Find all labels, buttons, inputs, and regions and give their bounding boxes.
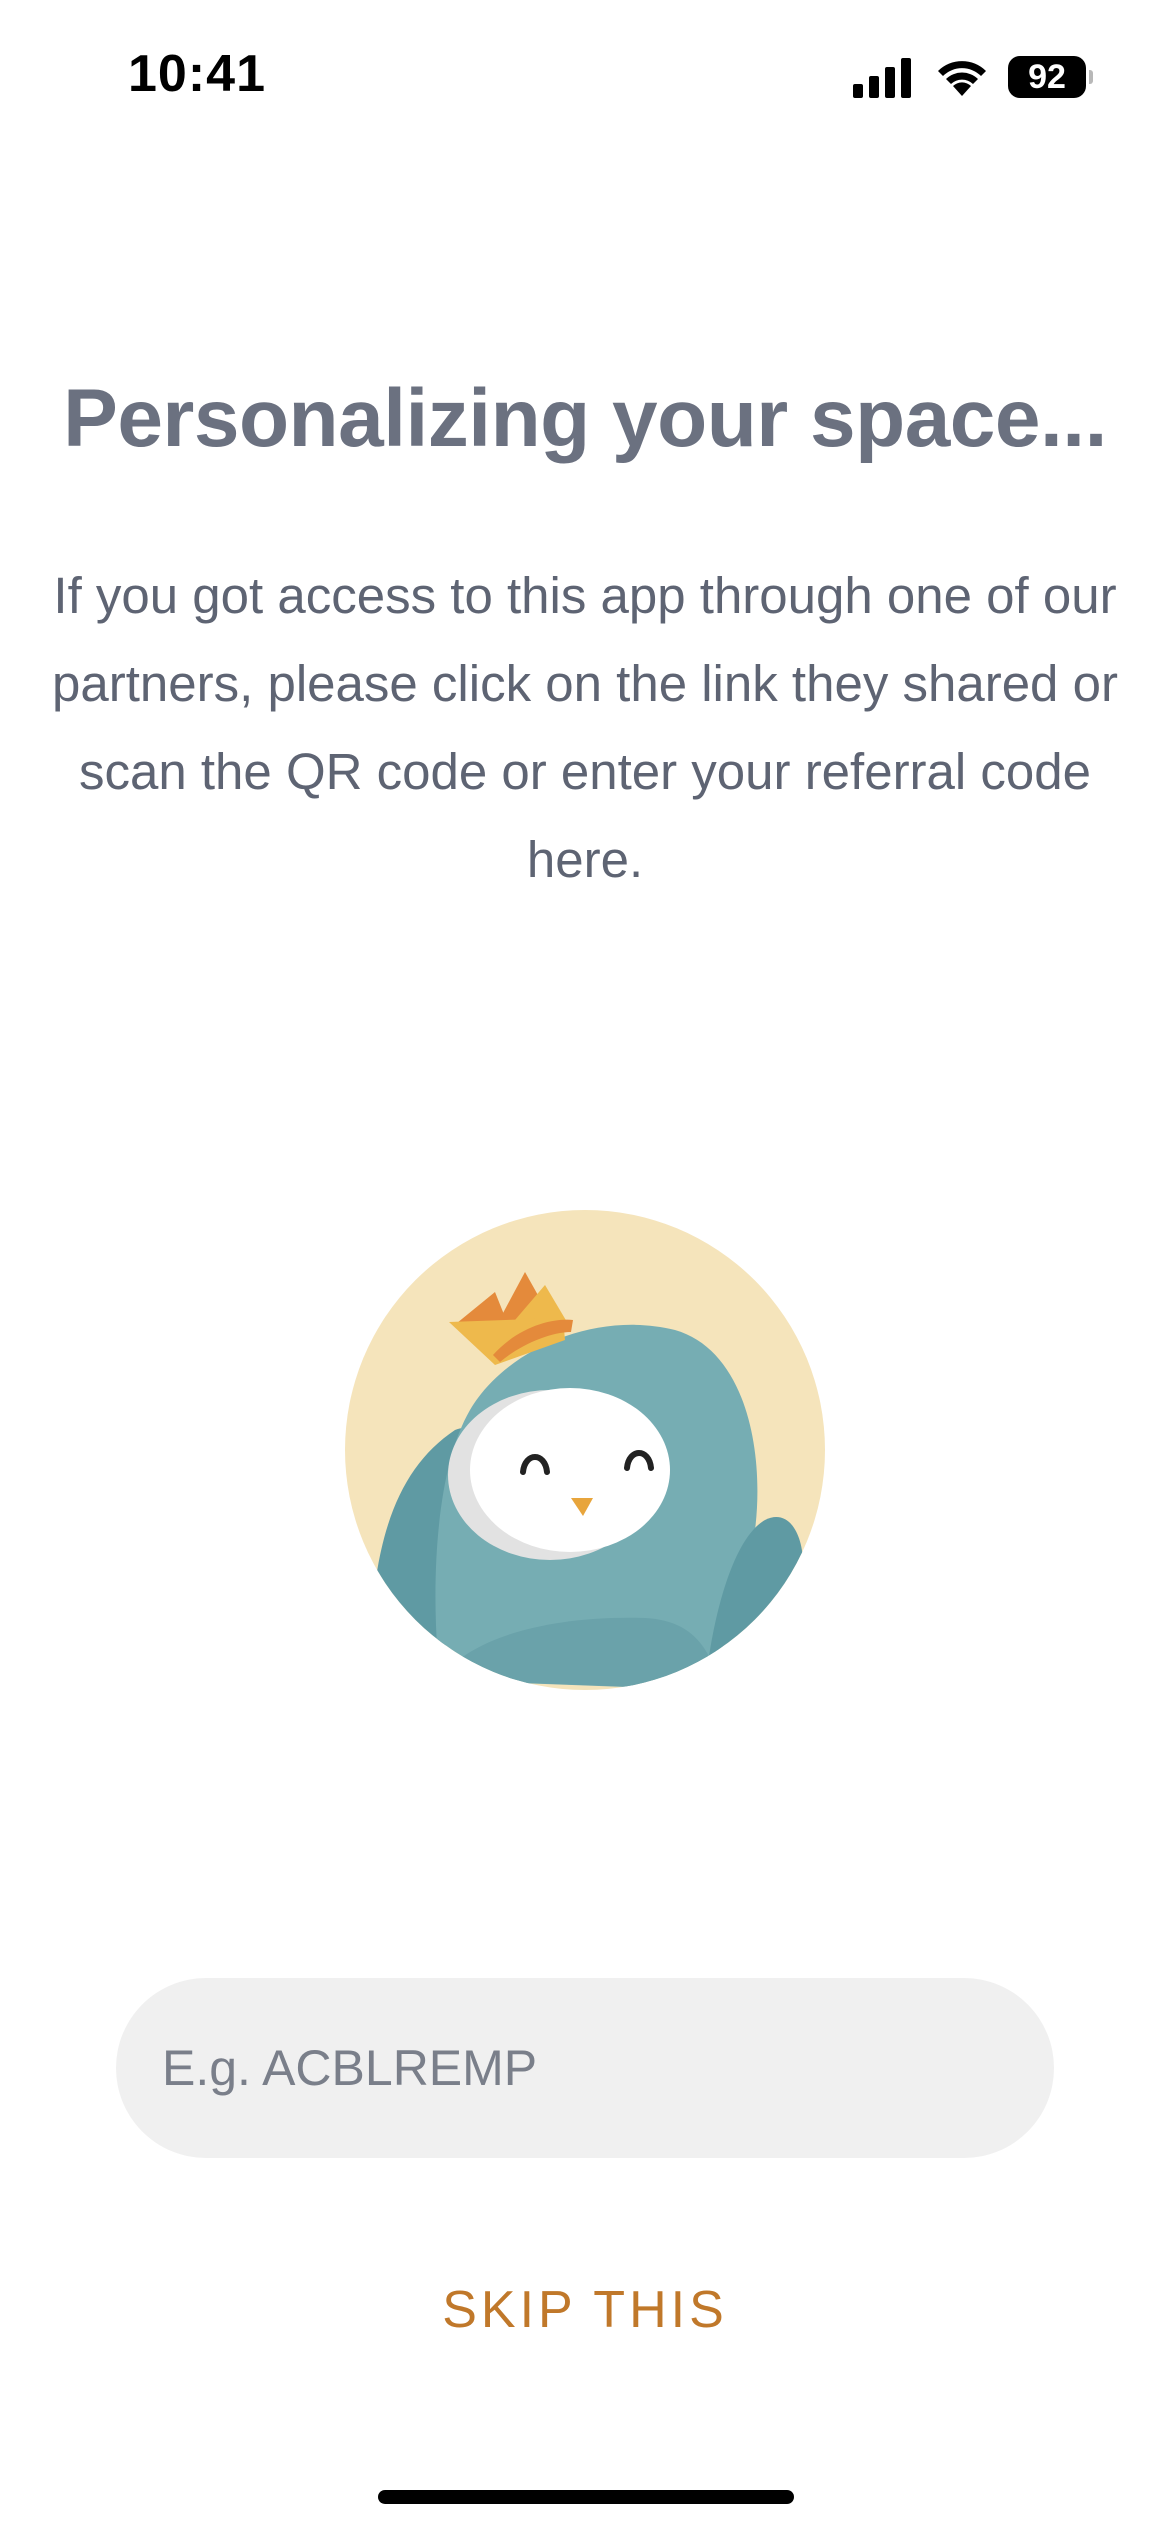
status-bar: 10:41 92	[0, 0, 1170, 150]
penguin-mascot-illustration	[345, 1210, 825, 1690]
battery-icon: 92	[1008, 56, 1093, 98]
referral-code-input[interactable]	[116, 1978, 1054, 2158]
home-indicator[interactable]	[378, 2490, 794, 2504]
penguin-face	[470, 1388, 670, 1552]
wifi-icon	[938, 61, 986, 96]
skip-button[interactable]: SKIP THIS	[385, 2270, 785, 2350]
signal-icon	[853, 58, 911, 98]
description-text: If you got access to this app through on…	[52, 567, 1118, 888]
status-time: 10:41	[128, 45, 266, 103]
page-title: Personalizing your space...	[63, 373, 1107, 464]
battery-cap	[1089, 70, 1093, 84]
battery-level: 92	[1028, 58, 1066, 96]
